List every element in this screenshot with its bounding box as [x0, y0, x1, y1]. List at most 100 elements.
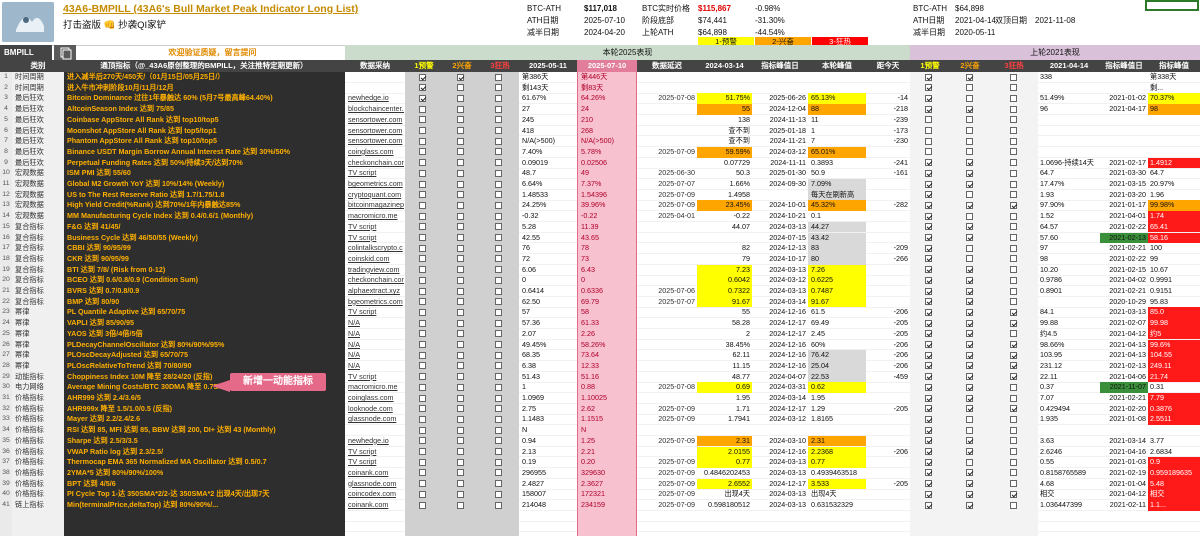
signal-checkbox[interactable] [495, 490, 502, 498]
signal-checkbox[interactable] [966, 105, 973, 113]
row-indicator[interactable]: Coinbase AppStore All Rank 达到 top10/top5 [66, 115, 344, 126]
table-row[interactable]: 19 复合指标 BTI 达到 7/8/ (Risk from 0-12) tradin… [0, 264, 1200, 276]
signal-checkbox[interactable] [925, 458, 932, 466]
signal-checkbox[interactable] [457, 169, 464, 177]
row-source[interactable]: coinank.com [346, 468, 404, 479]
signal-checkbox[interactable] [419, 159, 426, 167]
signal-checkbox[interactable] [1010, 308, 1017, 316]
signal-checkbox[interactable] [925, 426, 932, 434]
selected-cell[interactable] [1145, 0, 1199, 11]
table-row[interactable]: 21 复合指标 BVRS 达到 0.7/0.8/0.9 alphaextract.xy… [0, 286, 1200, 297]
signal-checkbox[interactable] [419, 415, 426, 423]
table-row[interactable]: 24 幂律 VAPLI 达到 85/90/95 N/A 57.36 61.33 58.28 2… [0, 318, 1200, 329]
signal-checkbox[interactable] [966, 426, 973, 434]
signal-checkbox[interactable] [495, 105, 502, 113]
signal-checkbox[interactable] [495, 437, 502, 445]
signal-checkbox[interactable] [419, 234, 426, 241]
signal-checkbox[interactable] [419, 266, 426, 274]
table-row[interactable]: 20 复合指标 BCEO 达到 0.6/0.8/0.9 (Condition Sum… [0, 275, 1200, 286]
table-row[interactable]: 41 链上指标 Min(terminalPrice,deltaTop) 达到 80%… [0, 500, 1200, 511]
signal-checkbox[interactable] [419, 212, 426, 220]
col-date1[interactable]: 2025-05-11 [519, 60, 577, 72]
signal-checkbox[interactable] [495, 94, 502, 102]
signal-checkbox[interactable] [419, 448, 426, 455]
row-source[interactable]: macromicro.me [346, 382, 404, 393]
signal-checkbox[interactable] [457, 319, 464, 327]
signal-checkbox[interactable] [495, 415, 502, 423]
row-source[interactable]: newhedge.io [346, 93, 404, 104]
signal-checkbox[interactable] [925, 319, 932, 327]
signal-checkbox[interactable] [457, 148, 464, 156]
signal-checkbox[interactable] [966, 490, 973, 498]
row-source[interactable]: N/A [346, 350, 404, 361]
signal-checkbox[interactable] [966, 330, 973, 338]
signal-checkbox[interactable] [1010, 148, 1017, 156]
signal-checkbox[interactable] [966, 437, 973, 445]
row-indicator[interactable]: Binance USDT Margin Borrow Annual Intere… [66, 147, 344, 158]
table-row[interactable]: 14 宏观数据 MM Manufacturing Cycle Index 达到 0.… [0, 211, 1200, 222]
signal-checkbox[interactable] [495, 244, 502, 252]
signal-checkbox[interactable] [457, 298, 464, 306]
signal-checkbox[interactable] [495, 169, 502, 177]
signal-checkbox[interactable] [495, 480, 502, 488]
row-source[interactable]: TV script [346, 372, 404, 383]
row-source[interactable] [346, 83, 404, 94]
table-row[interactable]: 37 价格指标 Thermocap EMA 365 Normalized MA Os… [0, 457, 1200, 468]
signal-checkbox[interactable] [457, 330, 464, 338]
row-source[interactable]: N/A [346, 361, 404, 372]
signal-checkbox[interactable] [419, 276, 426, 284]
signal-checkbox[interactable] [495, 137, 502, 145]
signal-checkbox[interactable] [457, 373, 464, 381]
row-indicator[interactable]: Perpetual Funding Rates 达到 50%/持续3天/达到70… [66, 158, 344, 169]
signal-checkbox[interactable] [457, 244, 464, 252]
signal-checkbox[interactable] [925, 73, 932, 81]
signal-checkbox[interactable] [1010, 394, 1017, 402]
signal-checkbox[interactable] [1010, 330, 1017, 338]
row-indicator[interactable]: 进入减半后270天/450天/（01月15日/05月25日/） [66, 72, 344, 83]
table-row[interactable]: 8 最后狂欢 Binance USDT Margin Borrow Annual I… [0, 146, 1200, 158]
signal-checkbox[interactable] [1010, 287, 1017, 295]
row-indicator[interactable]: AHR999x 降至 1.5/1.0/0.5 (反指) [66, 404, 344, 415]
signal-checkbox[interactable] [1010, 137, 1017, 145]
sheet-title[interactable]: 43A6-BMPILL (43A6's Bull Market Peak Ind… [63, 3, 358, 15]
signal-checkbox[interactable] [495, 266, 502, 274]
signal-checkbox[interactable] [419, 223, 426, 231]
signal-checkbox[interactable] [495, 159, 502, 167]
row-indicator[interactable]: PI Cycle Top 1-达 350SMA*2/2-达 350SMA*2 出… [66, 489, 344, 500]
row-source[interactable]: coinskid.com [346, 254, 404, 265]
signal-checkbox[interactable] [1010, 501, 1017, 509]
table-row[interactable]: 7 最后狂欢 Phantom AppStore All Rank 达到 top10/… [0, 136, 1200, 147]
table-row[interactable]: 17 复合指标 CBBI 达到 90/95/99 colintalkscrypto.c… [0, 243, 1200, 254]
signal-checkbox[interactable] [457, 341, 464, 348]
signal-checkbox[interactable] [966, 94, 973, 102]
row-source[interactable] [346, 72, 404, 83]
signal-checkbox[interactable] [966, 84, 973, 92]
row-source[interactable]: TV script [346, 222, 404, 233]
signal-checkbox[interactable] [925, 201, 932, 209]
row-indicator[interactable]: 2YMA*5 达到 80%/90%/100% [66, 468, 344, 479]
signal-checkbox[interactable] [495, 373, 502, 381]
signal-checkbox[interactable] [419, 351, 426, 359]
signal-checkbox[interactable] [966, 266, 973, 274]
signal-checkbox[interactable] [925, 276, 932, 284]
row-indicator[interactable]: YAOS 达到 3倍/4倍/5倍 [66, 329, 344, 340]
signal-checkbox[interactable] [1010, 426, 1017, 434]
signal-checkbox[interactable] [1010, 223, 1017, 231]
signal-checkbox[interactable] [495, 116, 502, 124]
signal-checkbox[interactable] [925, 308, 932, 316]
signal-checkbox[interactable] [457, 448, 464, 455]
signal-checkbox[interactable] [419, 458, 426, 466]
signal-checkbox[interactable] [925, 287, 932, 295]
signal-checkbox[interactable] [495, 148, 502, 156]
signal-checkbox[interactable] [419, 180, 426, 188]
col-prev-date[interactable]: 2021-04-14 [1038, 60, 1100, 72]
table-row[interactable]: 25 幂律 YAOS 达到 3倍/4倍/5倍 N/A 2.07 2.26 2 2024-12-… [0, 328, 1200, 340]
row-source[interactable]: coinank.com [346, 500, 404, 511]
row-source[interactable]: looknode.com [346, 404, 404, 415]
row-source[interactable]: N/A [346, 340, 404, 351]
row-source[interactable]: newhedge.io [346, 436, 404, 447]
signal-checkbox[interactable] [495, 501, 502, 509]
signal-checkbox[interactable] [419, 116, 426, 124]
row-source[interactable]: tradingview.com [346, 265, 404, 276]
table-row[interactable]: 3 最后狂欢 Bitcoin Dominance 过往1年暴触达 60% (5月7号… [0, 93, 1200, 105]
